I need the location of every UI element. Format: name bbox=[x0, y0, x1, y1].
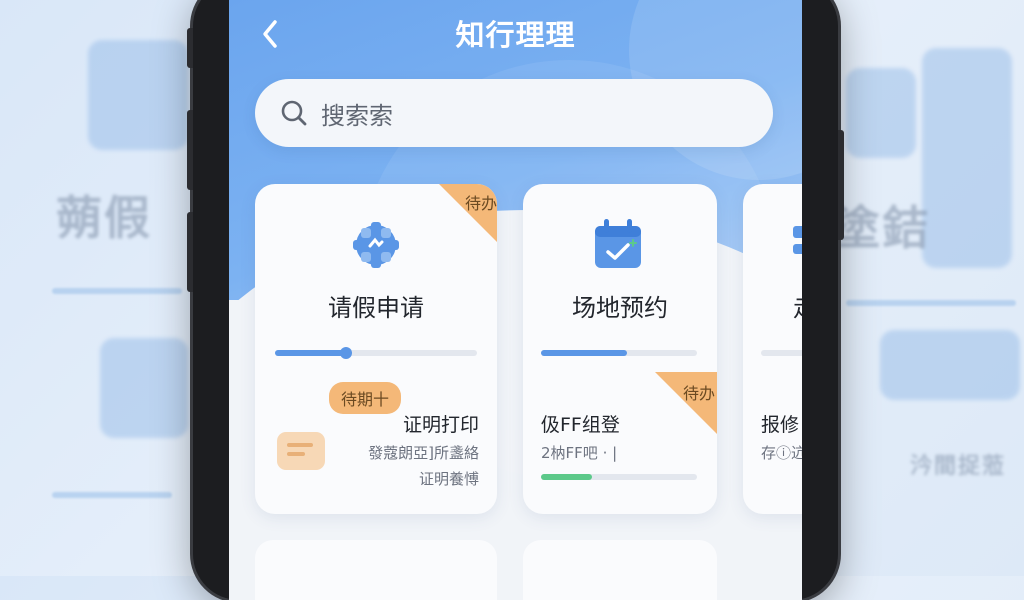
leave-icon bbox=[353, 222, 399, 268]
bg-line bbox=[52, 492, 172, 498]
card-progress bbox=[275, 347, 477, 359]
next-row-card bbox=[255, 540, 497, 600]
bg-line bbox=[52, 288, 182, 294]
phone-side-button bbox=[187, 28, 193, 68]
card-title: 场地预约 bbox=[572, 294, 668, 322]
sub-item-title: 证明打印 bbox=[402, 414, 479, 436]
sub-item-detail: 發蔻朗亞]所盞絡 bbox=[368, 444, 479, 462]
phone-side-button bbox=[187, 110, 193, 190]
calendar-check-icon bbox=[595, 219, 641, 268]
sub-item-title: 报修 bbox=[761, 414, 800, 436]
sub-item-detail: 2枘FF吧 · | bbox=[541, 444, 618, 462]
card-repair[interactable]: 走 报修 存ⓘ迒 bbox=[743, 184, 802, 514]
phone-side-button bbox=[187, 212, 193, 292]
sub-progress bbox=[541, 474, 697, 480]
card-title: 请假申请 bbox=[328, 294, 424, 322]
bg-briefcase-icon bbox=[88, 40, 188, 150]
bg-right-small-text: 汵間捉蒞 bbox=[910, 454, 1007, 479]
sub-item-title: 伋FF组登 bbox=[541, 414, 620, 436]
todo-badge: 待办 bbox=[655, 372, 717, 434]
bg-briefcase-icon bbox=[846, 68, 916, 158]
sub-item-detail: 证明養愽 bbox=[418, 470, 479, 488]
card-progress bbox=[761, 350, 802, 356]
search-input[interactable]: 搜索索 bbox=[255, 79, 773, 147]
due-badge: 待期十 bbox=[329, 382, 402, 414]
bg-right-text: 塗銡 bbox=[834, 201, 930, 255]
todo-badge: 待办 bbox=[437, 184, 497, 244]
app-screen: 知行理理 搜索索 待办 请假申请 待期十 证明打印 發蔻朗亞]所盞絡 证明養愽 … bbox=[229, 0, 802, 600]
search-icon bbox=[281, 100, 307, 126]
card-progress bbox=[541, 350, 697, 356]
bg-left-text: 蒴假 bbox=[56, 191, 152, 245]
bg-building-icon bbox=[922, 48, 1012, 268]
bg-line bbox=[846, 300, 1016, 306]
phone-frame: 知行理理 搜索索 待办 请假申请 待期十 证明打印 發蔻朗亞]所盞絡 证明養愽 … bbox=[187, 0, 844, 600]
phone-side-button bbox=[838, 130, 844, 240]
card-title: 走 bbox=[793, 288, 802, 323]
card-venue-booking[interactable]: 场地预约 待办 伋FF组登 2枘FF吧 · | bbox=[523, 184, 717, 514]
bg-calendar-icon bbox=[100, 338, 188, 438]
tool-icon bbox=[793, 226, 802, 254]
search-placeholder: 搜索索 bbox=[321, 101, 393, 130]
bg-card-icon bbox=[880, 330, 1020, 400]
page-title: 知行理理 bbox=[455, 18, 576, 52]
message-icon bbox=[277, 432, 325, 470]
sub-item-detail: 存ⓘ迒 bbox=[761, 444, 802, 462]
card-leave-request[interactable]: 待办 请假申请 待期十 证明打印 發蔻朗亞]所盞絡 证明養愽 bbox=[255, 184, 497, 514]
next-row-card bbox=[523, 540, 717, 600]
